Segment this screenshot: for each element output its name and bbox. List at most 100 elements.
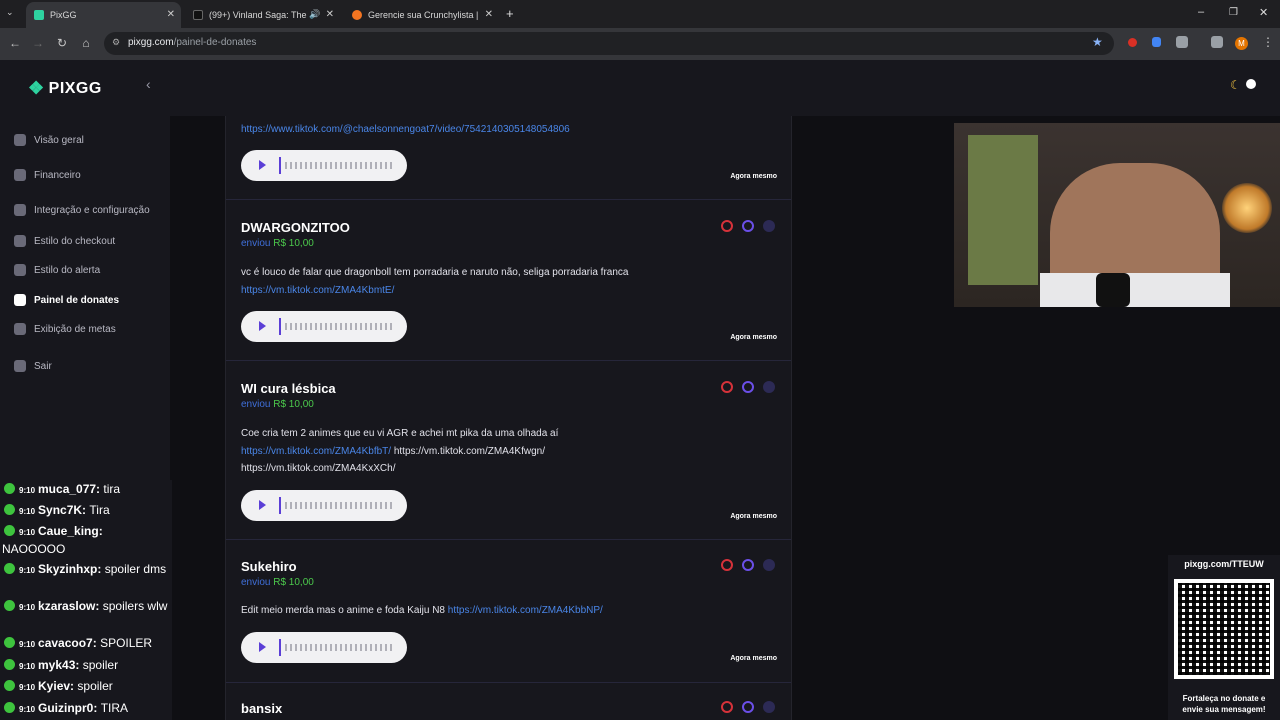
bell-icon xyxy=(14,264,26,276)
tab-pixgg[interactable]: PixGG ✕ xyxy=(26,2,181,28)
replay-icon[interactable] xyxy=(742,701,754,713)
donor-name: DWARGONZITOO xyxy=(241,220,350,235)
chat-message: 9:10 cavacoo7: SPOILER xyxy=(4,636,152,650)
audio-player[interactable] xyxy=(241,311,407,342)
tab-search-icon[interactable]: ⌄ xyxy=(6,7,14,18)
home-icon[interactable]: ⌂ xyxy=(79,36,93,50)
donation-actions xyxy=(721,381,775,393)
donation-card: https://www.tiktok.com/@chaelsonnengoat7… xyxy=(226,116,791,200)
theme-toggle-icon[interactable]: ☾ xyxy=(1230,78,1241,92)
media-control-icon[interactable] xyxy=(1211,36,1223,48)
audio-icon[interactable]: 🔊 xyxy=(309,9,320,20)
donation-amount-line: enviou R$ 10,00 xyxy=(241,399,314,410)
donation-card: WI cura lésbica enviou R$ 10,00 Coe cria… xyxy=(226,361,791,540)
menu-kebab-icon[interactable]: ⋮ xyxy=(1262,35,1274,49)
mute-icon[interactable] xyxy=(763,381,775,393)
tab-vinland[interactable]: (99+) Vinland Saga: The Tru 🔊 ✕ xyxy=(185,2,340,28)
chat-message: 9:10 Guizinpr0: TIRA xyxy=(4,701,128,715)
collapse-sidebar-icon[interactable]: ‹ xyxy=(146,76,151,92)
block-icon[interactable] xyxy=(721,220,733,232)
sidebar-item-visao-geral[interactable]: Visão geral xyxy=(14,130,84,150)
sidebar-item-exibicao-metas[interactable]: Exibição de metas xyxy=(14,319,116,339)
replay-icon[interactable] xyxy=(742,559,754,571)
restore-icon[interactable]: ❐ xyxy=(1229,7,1238,18)
star-icon xyxy=(14,323,26,335)
badge-icon xyxy=(4,504,15,515)
home-icon xyxy=(14,134,26,146)
block-icon[interactable] xyxy=(721,381,733,393)
forward-icon[interactable]: → xyxy=(31,36,45,50)
donor-name: Sukehiro xyxy=(241,559,297,574)
audio-progress[interactable] xyxy=(279,639,281,656)
sidebar-item-label: Painel de donates xyxy=(34,294,120,306)
bookmark-star-icon[interactable]: ★ xyxy=(1092,35,1103,49)
sidebar-item-estilo-checkout[interactable]: Estilo do checkout xyxy=(14,231,115,251)
sidebar-item-estilo-alerta[interactable]: Estilo do alerta xyxy=(14,260,100,280)
tab-label: (99+) Vinland Saga: The Tru xyxy=(209,10,309,20)
mute-icon[interactable] xyxy=(763,559,775,571)
donation-actions xyxy=(721,701,775,713)
site-info-icon[interactable]: ⚙ xyxy=(112,37,120,48)
browser-tab-bar: ⌄ PixGG ✕ (99+) Vinland Saga: The Tru 🔊 … xyxy=(0,0,1280,28)
donation-link[interactable]: https://vm.tiktok.com/ZMA4KbbNP/ xyxy=(448,605,603,616)
donation-link[interactable]: https://www.tiktok.com/@chaelsonnengoat7… xyxy=(241,121,570,139)
tab-label: Gerencie sua Crunchylista | Cru xyxy=(368,10,478,20)
minimize-icon[interactable]: – xyxy=(1198,6,1204,18)
url-path: /painel-de-donates xyxy=(173,37,257,48)
chat-message: 9:10 myk43: spoiler xyxy=(4,658,118,672)
donation-link-plain: https://vm.tiktok.com/ZMA4KxXCh/ xyxy=(241,463,396,474)
donation-link[interactable]: https://vm.tiktok.com/ZMA4KbmtE/ xyxy=(241,282,394,300)
pixgg-logo-icon: ❖ xyxy=(28,78,45,98)
chat-message: 9:10 Caue_king: xyxy=(4,524,103,538)
close-tab-icon[interactable]: ✕ xyxy=(326,9,334,20)
reload-icon[interactable]: ↻ xyxy=(55,36,69,50)
replay-icon[interactable] xyxy=(742,381,754,393)
play-icon[interactable] xyxy=(259,321,266,331)
webcam-microphone xyxy=(1096,273,1130,307)
audio-progress[interactable] xyxy=(279,157,281,174)
block-icon[interactable] xyxy=(721,701,733,713)
audio-player[interactable] xyxy=(241,632,407,663)
back-icon[interactable]: ← xyxy=(8,36,22,50)
block-icon[interactable] xyxy=(721,559,733,571)
play-icon[interactable] xyxy=(259,642,266,652)
url-field[interactable]: ⚙ pixgg.com/painel-de-donates ★ xyxy=(104,32,1114,55)
profile-avatar[interactable]: M xyxy=(1235,37,1248,50)
sidebar-item-painel-donates[interactable]: Painel de donates xyxy=(14,290,119,310)
extension-wave-icon[interactable] xyxy=(1152,37,1161,47)
play-icon[interactable] xyxy=(259,160,266,170)
close-tab-icon[interactable]: ✕ xyxy=(485,9,493,20)
theme-toggle-dot[interactable] xyxy=(1246,79,1256,89)
browser-address-bar: ← → ↻ ⌂ ⚙ pixgg.com/painel-de-donates ★ … xyxy=(0,28,1280,60)
qr-url: pixgg.com/TTEUW xyxy=(1184,559,1264,569)
new-tab-icon[interactable]: + xyxy=(506,6,514,21)
audio-progress[interactable] xyxy=(279,497,281,514)
mute-icon[interactable] xyxy=(763,220,775,232)
extensions-puzzle-icon[interactable] xyxy=(1176,36,1188,48)
sidebar-item-label: Visão geral xyxy=(34,134,84,146)
donation-link[interactable]: https://vm.tiktok.com/ZMA4KbfbT/ xyxy=(241,446,391,457)
chat-message: 9:10 Sync7K: Tira xyxy=(4,503,110,517)
badge-icon xyxy=(4,483,15,494)
extension-red-icon[interactable] xyxy=(1128,38,1137,47)
close-window-icon[interactable]: ✕ xyxy=(1259,6,1268,19)
close-tab-icon[interactable]: ✕ xyxy=(167,9,175,20)
sidebar-item-label: Estilo do checkout xyxy=(34,235,116,247)
donation-message: vc é louco de falar que dragonboll tem p… xyxy=(241,267,629,278)
donation-time: Agora mesmo xyxy=(730,173,777,180)
sidebar-item-integracao[interactable]: Integração e configuração xyxy=(14,200,150,220)
tab-crunchyroll[interactable]: Gerencie sua Crunchylista | Cru ✕ xyxy=(344,2,499,28)
mute-icon[interactable] xyxy=(763,701,775,713)
sidebar-item-sair[interactable]: Sair xyxy=(14,356,52,376)
audio-player[interactable] xyxy=(241,490,407,521)
play-icon[interactable] xyxy=(259,500,266,510)
audio-player[interactable] xyxy=(241,150,407,181)
qr-overlay: pixgg.com/TTEUW Fortaleça no donate e en… xyxy=(1168,555,1280,720)
sidebar-item-financeiro[interactable]: Financeiro xyxy=(14,165,81,185)
replay-icon[interactable] xyxy=(742,220,754,232)
badge-icon xyxy=(4,600,15,611)
donation-card: bansix xyxy=(226,683,791,720)
chat-message: 9:10 Kyiev: spoiler xyxy=(4,679,113,693)
stream-chat: 9:10 muca_077: tira 9:10 Sync7K: Tira 9:10… xyxy=(0,480,172,720)
audio-progress[interactable] xyxy=(279,318,281,335)
